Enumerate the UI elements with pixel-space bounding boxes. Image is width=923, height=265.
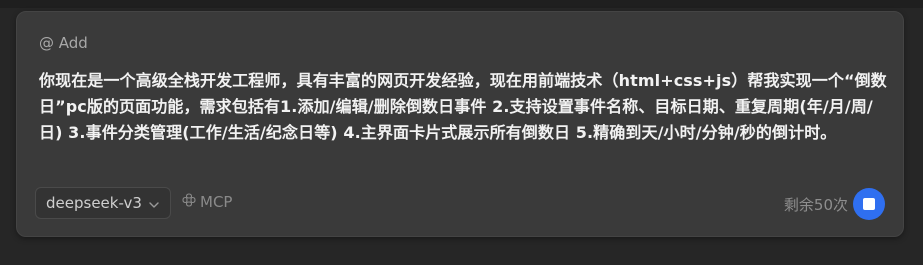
model-select-value: deepseek-v3 bbox=[46, 194, 142, 212]
stop-icon bbox=[863, 198, 875, 210]
stop-button[interactable] bbox=[853, 188, 885, 220]
mcp-label: MCP bbox=[200, 193, 233, 211]
remaining-quota: 剩余50次 bbox=[783, 196, 848, 214]
add-context-label: @ Add bbox=[39, 34, 88, 52]
window-top-edge bbox=[0, 0, 923, 8]
mcp-icon bbox=[181, 192, 197, 212]
chat-composer: @ Add 你现在是一个高级全栈开发工程师，具有丰富的网页开发经验，现在用前端技… bbox=[16, 11, 904, 237]
add-context-button[interactable]: @ Add bbox=[39, 34, 88, 52]
chevron-down-icon bbox=[148, 197, 160, 209]
prompt-input[interactable]: 你现在是一个高级全栈开发工程师，具有丰富的网页开发经验，现在用前端技术（html… bbox=[39, 68, 889, 146]
mcp-button[interactable]: MCP bbox=[181, 192, 232, 212]
model-select[interactable]: deepseek-v3 bbox=[35, 187, 171, 219]
